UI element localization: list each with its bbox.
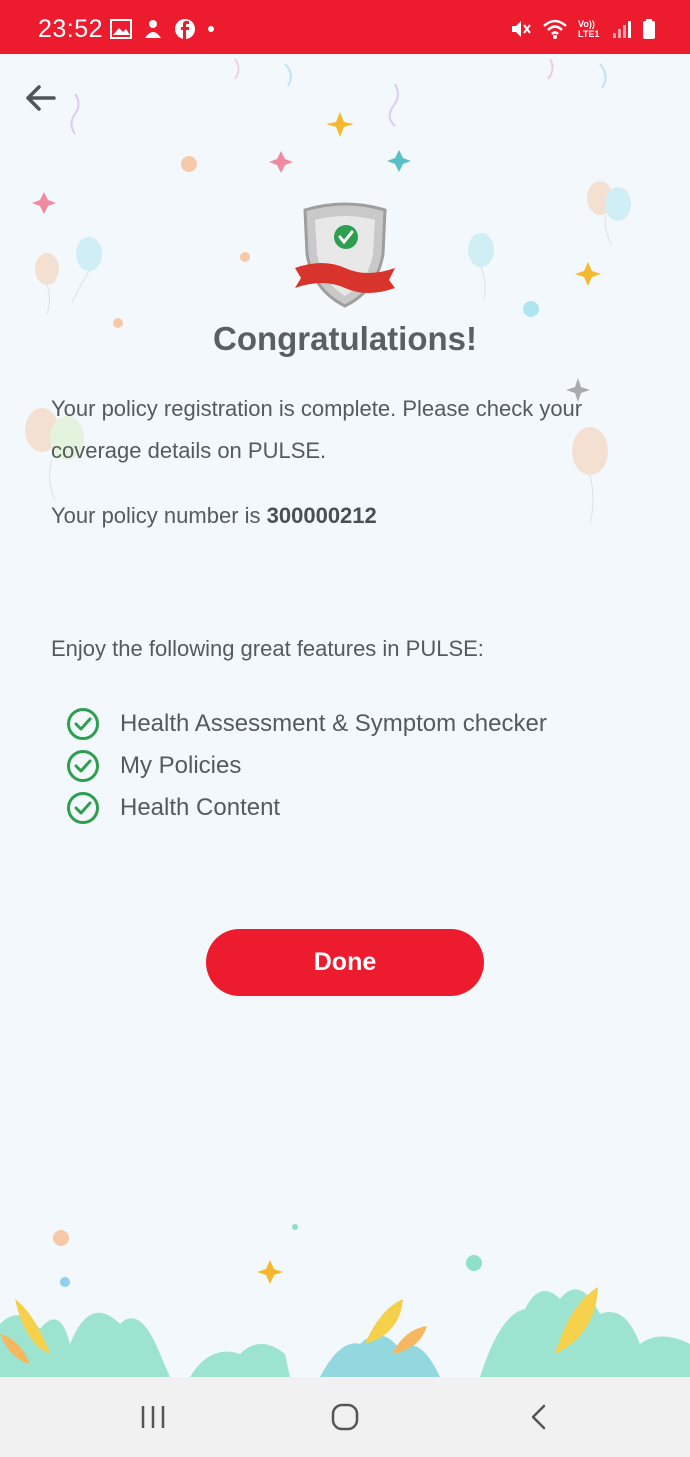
policy-number-prefix: Your policy number is xyxy=(51,503,267,528)
notification-app-icon xyxy=(145,20,161,38)
policy-number-line: Your policy number is 300000212 xyxy=(51,495,651,537)
check-circle-icon xyxy=(67,708,99,740)
home-button[interactable] xyxy=(320,1397,370,1437)
navigation-bar xyxy=(0,1377,690,1457)
feature-label: My Policies xyxy=(120,752,242,779)
status-time: 23:52 xyxy=(38,15,104,43)
recent-apps-button[interactable] xyxy=(128,1397,178,1437)
facebook-icon xyxy=(175,19,195,39)
check-circle-icon xyxy=(67,750,99,782)
features-intro: Enjoy the following great features in PU… xyxy=(51,636,484,661)
feature-label: Health Assessment & Symptom checker xyxy=(120,710,547,737)
wifi-icon xyxy=(543,19,567,39)
recent-apps-icon xyxy=(141,1406,165,1428)
completion-message: Your policy registration is complete. Pl… xyxy=(51,396,583,463)
volte-lte-icon: Vo)) LTE1 xyxy=(578,19,600,39)
status-left-icons xyxy=(110,18,216,40)
status-bar: 23:52 Vo)) LTE1 xyxy=(0,0,690,54)
bottom-foliage xyxy=(0,1287,690,1377)
back-arrow-icon xyxy=(26,85,56,111)
list-item: Health Content xyxy=(66,787,547,829)
dot-icon xyxy=(208,26,214,32)
battery-icon xyxy=(643,19,655,39)
features-list: Health Assessment & Symptom checker My P… xyxy=(66,703,547,829)
done-button[interactable]: Done xyxy=(206,929,484,996)
back-icon xyxy=(531,1404,546,1430)
status-right-icons: Vo)) LTE1 xyxy=(510,18,656,40)
gallery-icon xyxy=(110,19,132,39)
signal-icon xyxy=(613,21,631,38)
mute-icon xyxy=(512,21,531,37)
check-circle-icon xyxy=(67,792,99,824)
page-title: Congratulations! xyxy=(213,320,477,357)
list-item: My Policies xyxy=(66,745,547,787)
nav-back-button[interactable] xyxy=(514,1397,564,1437)
back-button[interactable] xyxy=(18,78,62,118)
policy-number: 300000212 xyxy=(266,503,377,528)
verified-shield-icon xyxy=(295,202,395,308)
list-item: Health Assessment & Symptom checker xyxy=(66,703,547,745)
home-icon xyxy=(331,1403,359,1431)
feature-label: Health Content xyxy=(120,794,281,821)
